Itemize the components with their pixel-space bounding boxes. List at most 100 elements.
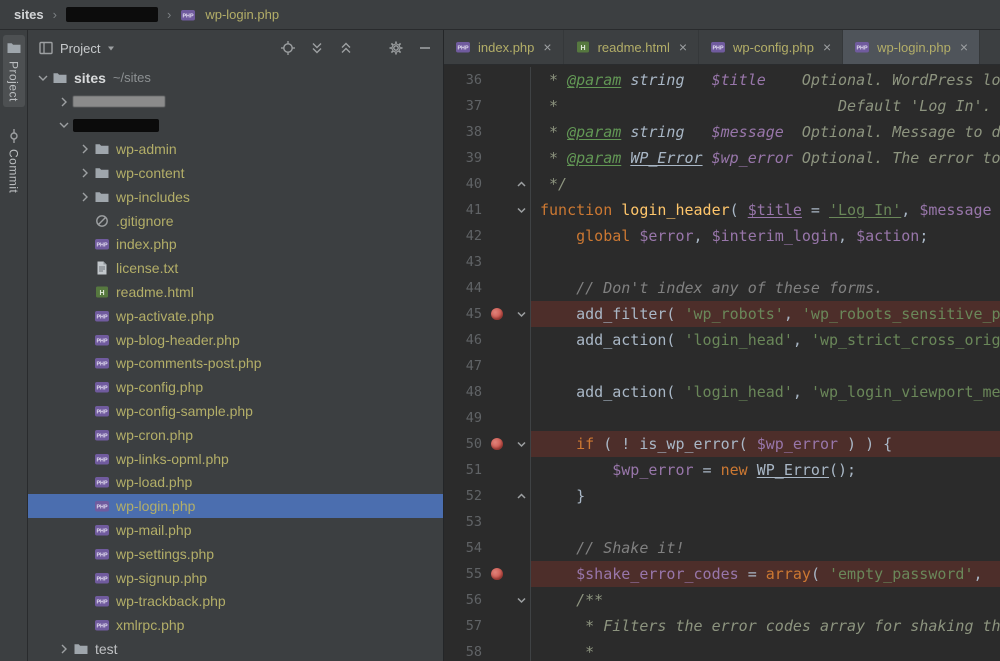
editor-tab-readme-html[interactable]: Hreadme.html×: [564, 30, 699, 64]
editor-line[interactable]: 48 add_action( 'login_head', 'wp_login_v…: [444, 379, 1000, 405]
editor-line[interactable]: 50 if ( ! is_wp_error( $wp_error ) ) {: [444, 431, 1000, 457]
chevron-down-icon[interactable]: [34, 70, 52, 86]
tree-row-wp-links-opml-php[interactable]: PHPwp-links-opml.php: [28, 447, 443, 471]
editor-line[interactable]: 45 add_filter( 'wp_robots', 'wp_robots_s…: [444, 301, 1000, 327]
editor-line[interactable]: 38 * @param string $message Optional. Me…: [444, 119, 1000, 145]
tree-row-redacted[interactable]: [28, 90, 443, 114]
tree-row-test[interactable]: test: [28, 637, 443, 661]
project-panel-title[interactable]: Project: [60, 41, 100, 56]
breadcrumb-item-redacted[interactable]: [66, 7, 158, 22]
editor-line[interactable]: 53: [444, 509, 1000, 535]
fold-up-icon[interactable]: [512, 483, 531, 509]
tree-row-wp-config-sample-php[interactable]: PHPwp-config-sample.php: [28, 399, 443, 423]
editor-tab-wp-config-php[interactable]: PHPwp-config.php×: [699, 30, 843, 64]
editor-line[interactable]: 54 // Shake it!: [444, 535, 1000, 561]
chevron-right-icon[interactable]: [76, 165, 94, 181]
editor-line[interactable]: 52 }: [444, 483, 1000, 509]
code-text: * @param string $message Optional. Messa…: [531, 119, 1000, 145]
fold-down-icon[interactable]: [512, 301, 531, 327]
chevron-down-icon[interactable]: [55, 117, 73, 133]
editor-line[interactable]: 47: [444, 353, 1000, 379]
editor-line[interactable]: 40 */: [444, 171, 1000, 197]
chevron-right-icon[interactable]: [76, 189, 94, 205]
changed-line-marker-icon[interactable]: [482, 308, 512, 320]
editor-line[interactable]: 41function login_header( $title = 'Log I…: [444, 197, 1000, 223]
editor-line[interactable]: 42 global $error, $interim_login, $actio…: [444, 223, 1000, 249]
editor-line[interactable]: 46 add_action( 'login_head', 'wp_strict_…: [444, 327, 1000, 353]
chevron-right-icon[interactable]: [55, 641, 73, 657]
svg-text:PHP: PHP: [96, 314, 107, 320]
tree-row-sites[interactable]: sites~/sites: [28, 66, 443, 90]
editor-line[interactable]: 36 * @param string $title Optional. Word…: [444, 67, 1000, 93]
editor-line[interactable]: 57 * Filters the error codes array for s…: [444, 613, 1000, 639]
fold-up-icon[interactable]: [512, 171, 531, 197]
tree-row-xmlrpc-php[interactable]: PHPxmlrpc.php: [28, 613, 443, 637]
tree-item-label: wp-comments-post.php: [116, 355, 262, 371]
fold-down-icon[interactable]: [512, 587, 531, 613]
tree-row-index-php[interactable]: PHPindex.php: [28, 233, 443, 257]
close-tab-icon[interactable]: ×: [679, 40, 687, 54]
tree-row-wp-comments-post-php[interactable]: PHPwp-comments-post.php: [28, 352, 443, 376]
editor-line[interactable]: 51 $wp_error = new WP_Error();: [444, 457, 1000, 483]
line-number: 58: [444, 644, 482, 660]
fold-down-icon[interactable]: [512, 197, 531, 223]
tree-row-redacted[interactable]: [28, 114, 443, 138]
tree-row-wp-mail-php[interactable]: PHPwp-mail.php: [28, 518, 443, 542]
editor-line[interactable]: 39 * @param WP_Error $wp_error Optional.…: [444, 145, 1000, 171]
tree-row-wp-blog-header-php[interactable]: PHPwp-blog-header.php: [28, 328, 443, 352]
editor-tab-index-php[interactable]: PHPindex.php×: [444, 30, 564, 64]
code-text: add_action( 'login_head', 'wp_strict_cro…: [531, 327, 1000, 353]
main-area: Project Commit Project: [0, 30, 1000, 661]
gear-icon[interactable]: [388, 40, 404, 56]
locate-file-icon[interactable]: [280, 40, 296, 56]
close-tab-icon[interactable]: ×: [823, 40, 831, 54]
svg-text:PHP: PHP: [96, 600, 107, 606]
tree-row-wp-settings-php[interactable]: PHPwp-settings.php: [28, 542, 443, 566]
svg-text:PHP: PHP: [857, 46, 868, 52]
tree-item-label: wp-links-opml.php: [116, 451, 229, 467]
tree-row-wp-login-php[interactable]: PHPwp-login.php: [28, 494, 443, 518]
code-text: [531, 353, 1000, 379]
code-text: // Shake it!: [531, 535, 1000, 561]
collapse-all-icon[interactable]: [338, 40, 354, 56]
editor-line[interactable]: 58 *: [444, 639, 1000, 661]
close-tab-icon[interactable]: ×: [960, 40, 968, 54]
tree-row-wp-trackback-php[interactable]: PHPwp-trackback.php: [28, 590, 443, 614]
editor-line[interactable]: 56 /**: [444, 587, 1000, 613]
hide-panel-icon[interactable]: [417, 40, 433, 56]
chevron-right-icon[interactable]: [76, 141, 94, 157]
tree-row-wp-activate-php[interactable]: PHPwp-activate.php: [28, 304, 443, 328]
changed-line-marker-icon[interactable]: [482, 568, 512, 580]
editor-tab-wp-login-php[interactable]: PHPwp-login.php×: [843, 30, 980, 64]
editor-line[interactable]: 37 * Default 'Log In'.: [444, 93, 1000, 119]
tree-row-wp-content[interactable]: wp-content: [28, 161, 443, 185]
changed-line-marker-icon[interactable]: [482, 438, 512, 450]
chevron-down-icon[interactable]: [106, 40, 116, 56]
tree-row-wp-includes[interactable]: wp-includes: [28, 185, 443, 209]
breadcrumb-item-sites[interactable]: sites: [14, 7, 44, 22]
tree-item-label: wp-blog-header.php: [116, 332, 240, 348]
tree-item-label: wp-includes: [116, 189, 190, 205]
editor[interactable]: 36 * @param string $title Optional. Word…: [444, 65, 1000, 661]
tree-row-gitignore[interactable]: .gitignore: [28, 209, 443, 233]
editor-line[interactable]: 43: [444, 249, 1000, 275]
tree-row-license-txt[interactable]: license.txt: [28, 256, 443, 280]
expand-all-icon[interactable]: [309, 40, 325, 56]
fold-down-icon[interactable]: [512, 431, 531, 457]
tree-row-wp-signup-php[interactable]: PHPwp-signup.php: [28, 566, 443, 590]
tree-row-readme-html[interactable]: Hreadme.html: [28, 280, 443, 304]
tool-window-button-commit[interactable]: Commit: [3, 123, 25, 198]
tab-label: index.php: [478, 40, 534, 55]
chevron-right-icon[interactable]: [55, 94, 73, 110]
code-text: [531, 509, 1000, 535]
editor-line[interactable]: 55 $shake_error_codes = array( 'empty_pa…: [444, 561, 1000, 587]
editor-line[interactable]: 44 // Don't index any of these forms.: [444, 275, 1000, 301]
close-tab-icon[interactable]: ×: [543, 40, 551, 54]
editor-line[interactable]: 49: [444, 405, 1000, 431]
tree-row-wp-cron-php[interactable]: PHPwp-cron.php: [28, 423, 443, 447]
tree-row-wp-load-php[interactable]: PHPwp-load.php: [28, 471, 443, 495]
breadcrumb-item-file[interactable]: wp-login.php: [205, 7, 279, 22]
tree-row-wp-config-php[interactable]: PHPwp-config.php: [28, 375, 443, 399]
tool-window-button-project[interactable]: Project: [3, 35, 25, 107]
tree-row-wp-admin[interactable]: wp-admin: [28, 137, 443, 161]
